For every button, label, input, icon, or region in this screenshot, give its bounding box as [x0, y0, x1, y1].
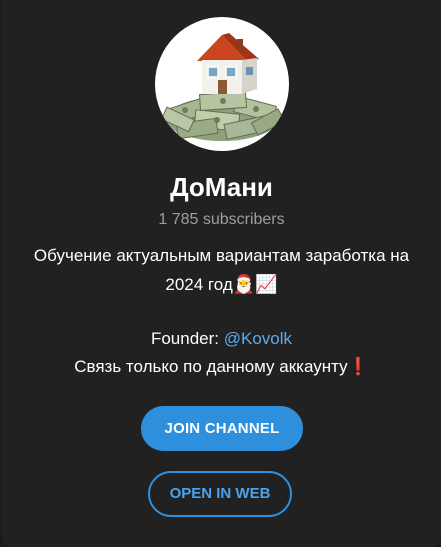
open-in-web-button[interactable]: OPEN IN WEB [148, 471, 292, 517]
house-on-money-icon [160, 33, 286, 141]
santa-icon: 🎅 [232, 274, 256, 294]
channel-title: ДоМани [170, 172, 273, 202]
founder-label: Founder: [150, 329, 224, 348]
description-line-2: 2024 год🎅📈 [16, 270, 427, 299]
red-exclamation-icon: ❗ [347, 357, 369, 376]
description-year-text: 2024 год [165, 275, 233, 294]
description-line-1: Обучение актуальным вариантам заработка … [33, 246, 410, 265]
subscriber-count: 1 785 subscribers [158, 211, 285, 228]
founder-mention-link[interactable]: @Kovolk [224, 329, 292, 348]
channel-description: Обучение актуальным вариантам заработка … [16, 242, 427, 381]
contact-line: Связь только по данному аккаунту❗ [16, 353, 427, 381]
join-channel-button[interactable]: JOIN CHANNEL [141, 406, 303, 451]
description-spacer [16, 299, 427, 325]
contact-text: Связь только по данному аккаунту [74, 357, 348, 376]
channel-avatar [155, 17, 289, 151]
chart-increasing-icon: 📈 [255, 274, 278, 294]
channel-preview-card: ДоМани 1 785 subscribers Обучение актуал… [2, 0, 441, 547]
founder-line: Founder: @Kovolk [16, 325, 427, 353]
